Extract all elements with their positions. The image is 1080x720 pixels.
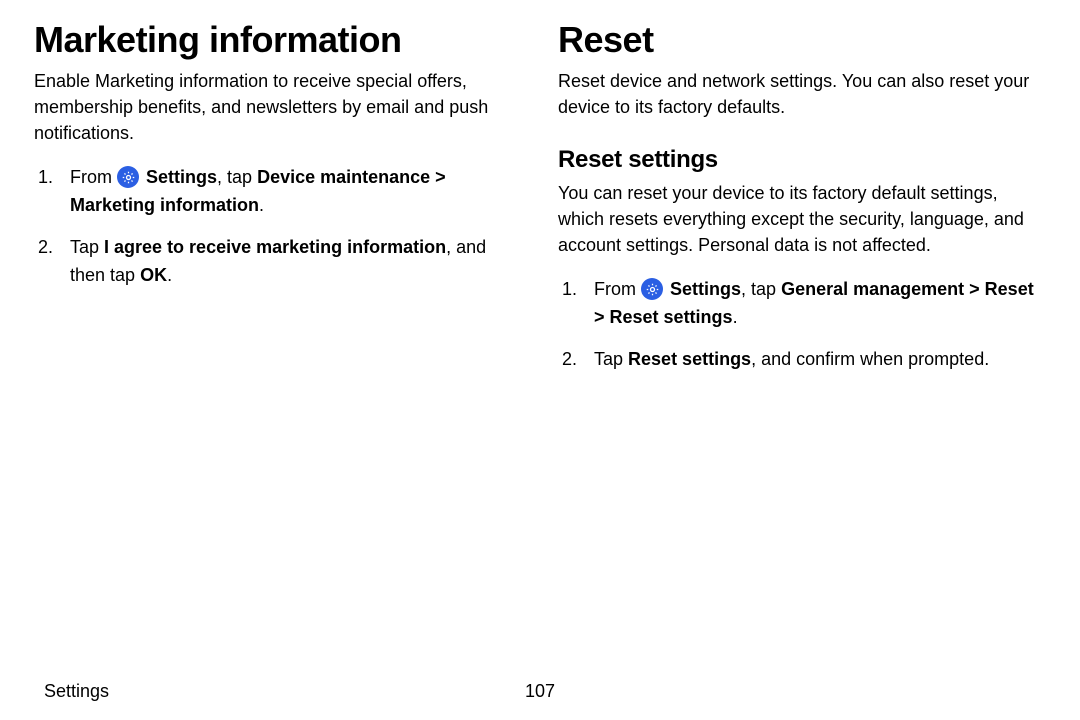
intro-reset-settings: You can reset your device to its factory… <box>558 180 1046 258</box>
step-text: From <box>594 279 636 299</box>
page-footer: Settings 107 <box>44 681 1036 702</box>
steps-marketing: From Settings, tap Device maintenance > … <box>34 164 522 290</box>
step-text: . <box>733 307 738 327</box>
step-text: , tap <box>741 279 781 299</box>
heading-marketing-information: Marketing information <box>34 20 522 60</box>
settings-label: Settings <box>146 167 217 187</box>
intro-marketing: Enable Marketing information to receive … <box>34 68 522 146</box>
path-reset-settings: Reset settings <box>610 307 733 327</box>
step-item: From Settings, tap Device maintenance > … <box>34 164 522 220</box>
left-column: Marketing information Enable Marketing i… <box>34 20 522 388</box>
step-text: From <box>70 167 112 187</box>
heading-reset: Reset <box>558 20 1046 60</box>
step-text: Tap <box>70 237 104 257</box>
step-item: Tap Reset settings, and confirm when pro… <box>558 346 1046 374</box>
footer-section-label: Settings <box>44 681 109 702</box>
path-separator: > <box>430 167 446 187</box>
path-separator: > <box>594 307 610 327</box>
agree-label: I agree to receive marketing information <box>104 237 446 257</box>
footer-page-number: 107 <box>525 681 555 702</box>
settings-label: Settings <box>670 279 741 299</box>
path-device-maintenance: Device maintenance <box>257 167 430 187</box>
ok-label: OK <box>140 265 167 285</box>
path-general-management: General management <box>781 279 964 299</box>
step-text: . <box>167 265 172 285</box>
settings-icon <box>641 278 663 300</box>
path-reset: Reset <box>985 279 1034 299</box>
settings-icon <box>117 166 139 188</box>
step-text: . <box>259 195 264 215</box>
steps-reset-settings: From Settings, tap General management > … <box>558 276 1046 374</box>
step-text: Tap <box>594 349 628 369</box>
step-text: , and confirm when prompted. <box>751 349 989 369</box>
intro-reset: Reset device and network settings. You c… <box>558 68 1046 120</box>
step-text: , tap <box>217 167 257 187</box>
subheading-reset-settings: Reset settings <box>558 146 1046 174</box>
step-item: Tap I agree to receive marketing informa… <box>34 234 522 290</box>
reset-settings-label: Reset settings <box>628 349 751 369</box>
step-item: From Settings, tap General management > … <box>558 276 1046 332</box>
right-column: Reset Reset device and network settings.… <box>558 20 1046 388</box>
path-separator: > <box>964 279 985 299</box>
path-marketing-information: Marketing information <box>70 195 259 215</box>
